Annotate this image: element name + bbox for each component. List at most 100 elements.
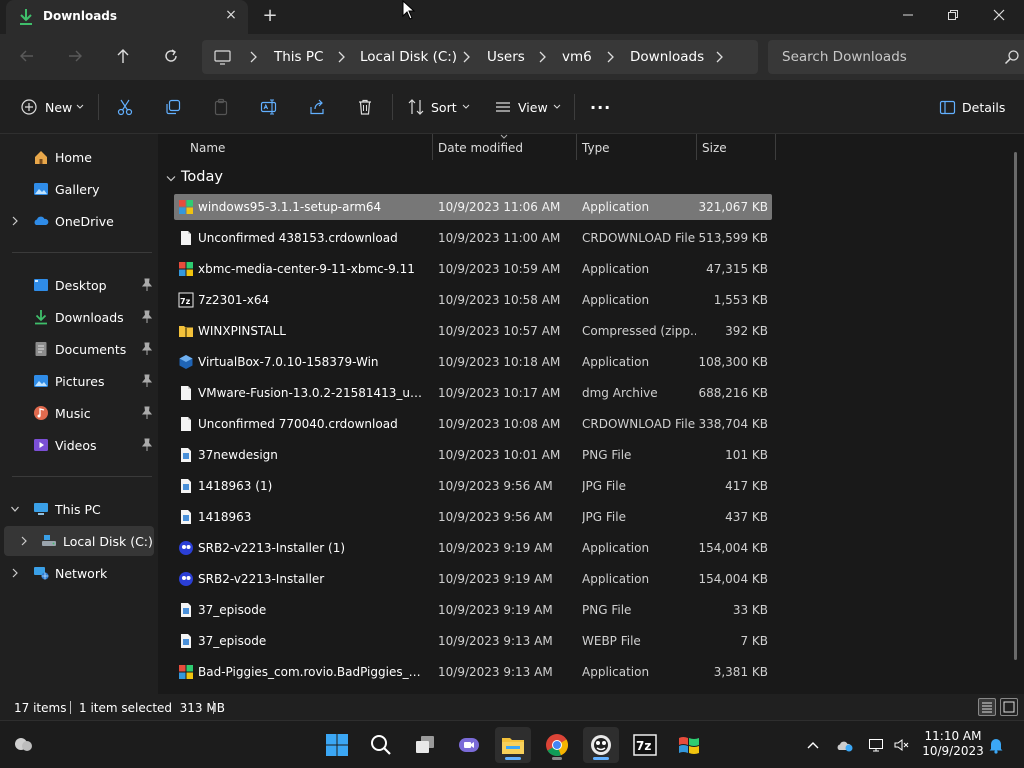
- sidebar-item-videos[interactable]: Videos: [0, 430, 156, 460]
- back-button[interactable]: [13, 44, 41, 68]
- tiles-view-button[interactable]: [1000, 698, 1018, 716]
- refresh-button[interactable]: [157, 44, 185, 68]
- new-tab-button[interactable]: +: [260, 6, 280, 26]
- sidebar-item-pictures[interactable]: Pictures: [0, 366, 156, 396]
- address-bar[interactable]: This PC Local Disk (C:) Users vm6 Downlo…: [202, 40, 758, 74]
- view-button[interactable]: View: [494, 95, 561, 119]
- taskbar-chrome[interactable]: [539, 727, 575, 763]
- search-input[interactable]: Search Downloads: [768, 40, 1024, 74]
- sidebar-item-documents[interactable]: Documents: [0, 334, 156, 364]
- table-row[interactable]: 7z 7z2301-x64 10/9/2023 10:58 AM Applicatio…: [174, 287, 772, 313]
- taskbar-chat[interactable]: [451, 727, 487, 763]
- minimize-button[interactable]: [885, 0, 931, 30]
- sidebar-item-desktop[interactable]: Desktop: [0, 270, 156, 300]
- delete-button[interactable]: [356, 95, 374, 119]
- table-row[interactable]: 1418963 10/9/2023 9:56 AM JPG File 437 KB: [174, 504, 772, 530]
- restore-button[interactable]: [930, 0, 976, 30]
- item-count: 17 items: [14, 701, 67, 715]
- paste-button[interactable]: [212, 95, 230, 119]
- notifications-button[interactable]: [986, 735, 1006, 755]
- vertical-scrollbar[interactable]: [1014, 152, 1017, 660]
- copy-icon: [166, 99, 181, 115]
- column-divider[interactable]: [775, 134, 776, 160]
- table-row[interactable]: 37_episode 10/9/2023 9:19 AM PNG File 33 KB: [174, 597, 772, 623]
- table-row[interactable]: xbmc-media-center-9-11-xbmc-9.11 10/9/202…: [174, 256, 772, 282]
- table-row[interactable]: 1418963 (1) 10/9/2023 9:56 AM JPG File 417 …: [174, 473, 772, 499]
- table-row[interactable]: Bad-Piggies_com.rovio.BadPiggies_gam... 1…: [174, 659, 772, 685]
- table-row[interactable]: Unconfirmed 770040.crdownload 10/9/2023 1…: [174, 411, 772, 437]
- file-type: JPG File: [582, 510, 626, 524]
- sidebar-item-onedrive[interactable]: OneDrive: [0, 206, 156, 236]
- table-row[interactable]: VirtualBox-7.0.10-158379-Win 10/9/2023 10…: [174, 349, 772, 375]
- table-row[interactable]: SRB2-v2213-Installer 10/9/2023 9:19 AM App…: [174, 566, 772, 592]
- close-tab-button[interactable]: ×: [224, 8, 238, 22]
- share-button[interactable]: [308, 95, 326, 119]
- table-row[interactable]: 37newdesign 10/9/2023 10:01 AM PNG File 101…: [174, 442, 772, 468]
- network-tray[interactable]: [867, 735, 887, 755]
- table-row[interactable]: windows95-3.1.1-setup-arm64 10/9/2023 11:…: [174, 194, 772, 220]
- toolbar-divider: [574, 94, 575, 120]
- taskbar-file-explorer[interactable]: [495, 727, 531, 763]
- column-header-name[interactable]: Name: [182, 134, 432, 162]
- sidebar-item-local-disk[interactable]: Local Disk (C:): [4, 526, 154, 556]
- weather-cloud-icon: [15, 738, 32, 751]
- table-row[interactable]: Unconfirmed 438153.crdownload 10/9/2023 1…: [174, 225, 772, 251]
- taskbar-search-button[interactable]: [363, 727, 399, 763]
- file-date: 10/9/2023 10:01 AM: [438, 448, 561, 462]
- table-row[interactable]: 37_episode 10/9/2023 9:13 AM WEBP File 7 KB: [174, 628, 772, 654]
- column-header-size[interactable]: Size: [696, 134, 776, 162]
- taskbar-windows-app[interactable]: [671, 727, 707, 763]
- sidebar-item-this-pc[interactable]: This PC: [0, 494, 156, 524]
- file-name: WINXPINSTALL: [198, 324, 286, 338]
- column-header-type[interactable]: Type: [576, 134, 696, 162]
- tab-downloads[interactable]: Downloads ×: [6, 0, 248, 34]
- image-file-icon: [181, 634, 191, 648]
- table-row[interactable]: SRB2-v2213-Installer (1) 10/9/2023 9:19 A…: [174, 535, 772, 561]
- file-size: 108,300 KB: [698, 355, 768, 369]
- file-type: Application: [582, 355, 650, 369]
- show-hidden-icons-button[interactable]: [803, 735, 823, 755]
- sort-button[interactable]: Sort: [407, 95, 470, 119]
- details-pane-button[interactable]: Details: [939, 95, 1005, 119]
- close-window-button[interactable]: [976, 0, 1022, 30]
- taskbar-clock[interactable]: 11:10 AM 10/9/2023: [918, 729, 988, 759]
- group-header-today[interactable]: Today: [166, 168, 223, 190]
- breadcrumb-this-pc[interactable]: This PC: [274, 49, 323, 65]
- details-view-button[interactable]: [978, 698, 996, 716]
- taskbar-app-game[interactable]: [583, 727, 619, 763]
- copy-button[interactable]: [164, 95, 182, 119]
- sidebar-item-network[interactable]: Network: [0, 558, 156, 588]
- speaker-muted-icon: [894, 739, 909, 751]
- file-name: VMware-Fusion-13.0.2-21581413_universal: [198, 386, 424, 400]
- sidebar-item-downloads[interactable]: Downloads: [0, 302, 156, 332]
- start-button[interactable]: [319, 727, 355, 763]
- table-row[interactable]: WINXPINSTALL 10/9/2023 10:57 AM Compressed…: [174, 318, 772, 344]
- column-header-date[interactable]: Date modified: [432, 134, 576, 162]
- file-type: CRDOWNLOAD File: [582, 231, 696, 245]
- file-icon: [181, 386, 191, 400]
- volume-tray[interactable]: [892, 735, 912, 755]
- sidebar-item-home[interactable]: Home: [0, 142, 156, 172]
- status-divider: [213, 701, 214, 714]
- new-button[interactable]: New: [20, 95, 84, 119]
- cloud-icon: [34, 216, 49, 225]
- video-chat-icon: [459, 738, 479, 752]
- sidebar-item-gallery[interactable]: Gallery: [0, 174, 156, 204]
- up-button[interactable]: [109, 44, 137, 68]
- file-date: 10/9/2023 10:08 AM: [438, 417, 561, 431]
- breadcrumb-downloads[interactable]: Downloads: [630, 49, 704, 65]
- file-type: Application: [582, 293, 650, 307]
- taskbar-7zip[interactable]: 7z: [627, 727, 663, 763]
- table-row[interactable]: VMware-Fusion-13.0.2-21581413_universal 1…: [174, 380, 772, 406]
- task-view-button[interactable]: [407, 727, 443, 763]
- sidebar-item-music[interactable]: Music: [0, 398, 156, 428]
- breadcrumb-vm6[interactable]: vm6: [562, 49, 592, 65]
- weather-widget[interactable]: [12, 734, 32, 754]
- breadcrumb-local-disk[interactable]: Local Disk (C:): [360, 49, 457, 65]
- cut-button[interactable]: [116, 95, 134, 119]
- rename-button[interactable]: [260, 95, 278, 119]
- more-options-button[interactable]: ···: [590, 95, 611, 119]
- breadcrumb-users[interactable]: Users: [487, 49, 525, 65]
- onedrive-tray[interactable]: [835, 735, 855, 755]
- forward-button[interactable]: [61, 44, 89, 68]
